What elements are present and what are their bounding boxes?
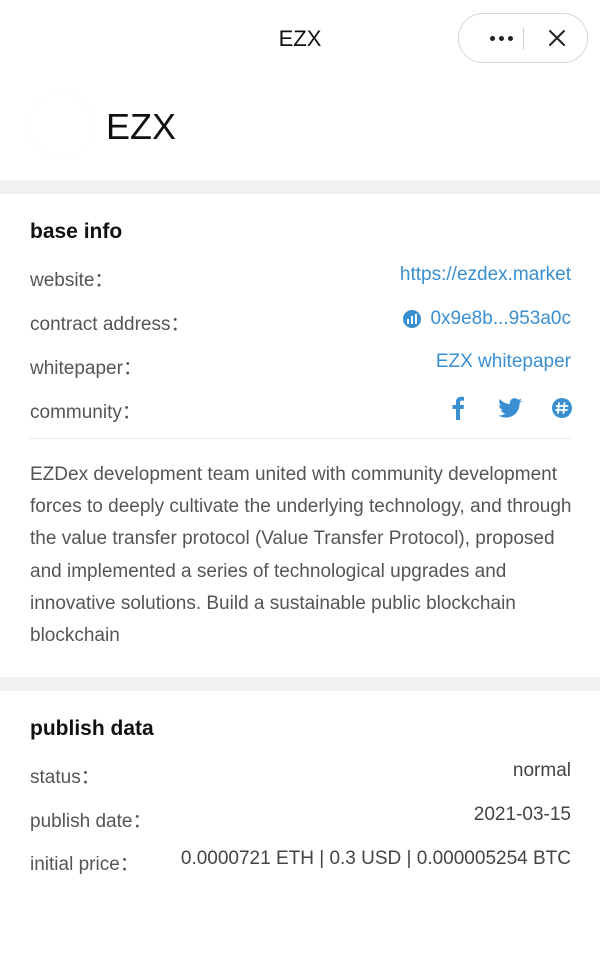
mini-program-capsule — [458, 13, 588, 63]
discord-link[interactable] — [546, 393, 578, 423]
whitepaper-label: whitepaper： — [30, 358, 142, 379]
publish-date-label: publish date： — [30, 811, 152, 832]
top-bar: EZX — [0, 0, 600, 84]
initial-price-value: 0.0000721 ETH | 0.3 USD | 0.000005254 BT… — [180, 848, 571, 869]
close-button[interactable] — [533, 14, 581, 62]
publish-data-title: publish data — [30, 717, 154, 740]
discord-icon — [552, 398, 572, 418]
capsule-divider — [523, 28, 524, 50]
token-name: EZX — [106, 106, 177, 147]
community-label: community： — [30, 402, 141, 423]
base-info-divider — [28, 438, 572, 439]
more-button[interactable] — [477, 14, 525, 62]
base-info-title: base info — [30, 220, 123, 243]
whitepaper-link[interactable]: EZX whitepaper — [436, 351, 571, 373]
status-label: status： — [30, 767, 100, 788]
initial-price-label: initial price： — [30, 854, 139, 875]
more-dots-icon — [489, 35, 495, 41]
token-logo — [30, 94, 92, 156]
publish-date-value: 2021-03-15 — [473, 804, 571, 825]
website-label: website： — [30, 270, 114, 291]
section-divider — [0, 677, 600, 691]
facebook-icon — [452, 396, 464, 420]
contract-address-value: 0x9e8b...953a0c — [430, 308, 571, 329]
website-link[interactable]: https://ezdex.market — [400, 264, 571, 286]
etherscan-icon — [403, 310, 422, 328]
status-value: normal — [512, 760, 571, 781]
contract-address-label: contract address： — [30, 314, 190, 335]
facebook-link[interactable] — [442, 393, 474, 423]
section-divider — [0, 180, 600, 194]
close-icon — [549, 30, 565, 46]
contract-address-link[interactable]: 0x9e8b...953a0c — [402, 308, 571, 330]
project-description: EZDex development team united with commu… — [30, 464, 572, 647]
community-links — [442, 393, 578, 423]
token-header: EZX — [0, 84, 600, 180]
twitter-link[interactable] — [494, 393, 526, 423]
twitter-icon — [498, 398, 522, 418]
